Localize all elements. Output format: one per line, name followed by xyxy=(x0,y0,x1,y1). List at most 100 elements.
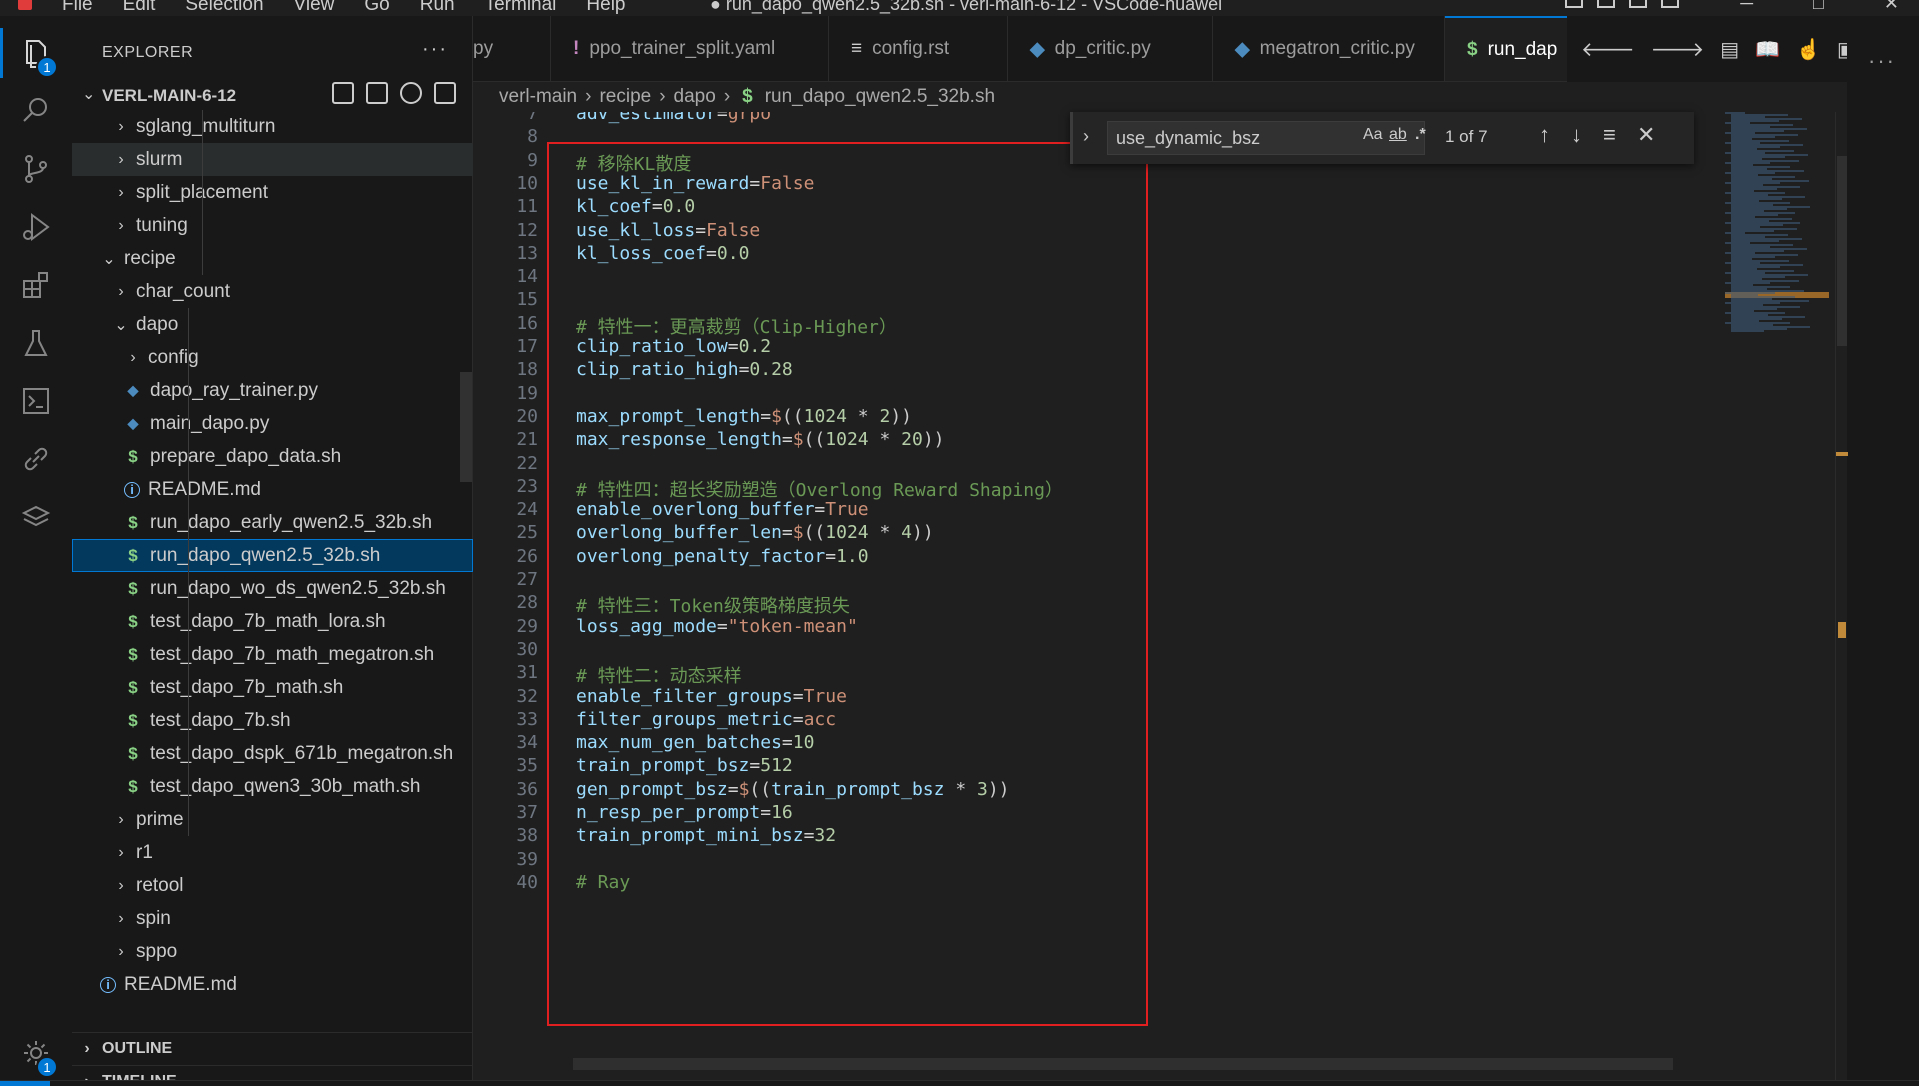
use-regex-button[interactable]: .* xyxy=(1415,126,1426,144)
menu-item[interactable]: Run xyxy=(420,0,455,16)
tree-folder[interactable]: › r1 xyxy=(72,836,473,869)
tree-folder[interactable]: › tuning xyxy=(72,209,473,242)
terminal-activity[interactable] xyxy=(0,372,72,430)
toggle-replace-icon[interactable]: › xyxy=(1083,126,1089,147)
tree-file[interactable]: ◆ main_dapo.py xyxy=(72,407,473,440)
tree-file[interactable]: $ test_dapo_7b_math_megatron.sh xyxy=(72,638,473,671)
indent-guide xyxy=(188,308,189,836)
collapse-all-icon[interactable] xyxy=(434,82,456,104)
tree-file[interactable]: $ prepare_dapo_data.sh xyxy=(72,440,473,473)
tree-file[interactable]: $ test_dapo_7b_math_lora.sh xyxy=(72,605,473,638)
match-whole-word-button[interactable]: ab xyxy=(1389,126,1407,144)
go-back-icon[interactable]: 🡐 xyxy=(1581,37,1635,62)
minimap[interactable] xyxy=(1725,112,1835,1086)
tree-folder[interactable]: ⌄ dapo xyxy=(72,308,473,341)
hand-icon[interactable]: ☝ xyxy=(1796,37,1821,62)
minimize-button[interactable]: ─ xyxy=(1740,0,1753,14)
menu-item[interactable]: Selection xyxy=(185,0,263,16)
explorer-header: EXPLORER xyxy=(102,44,194,61)
manage-activity[interactable]: 1 xyxy=(0,1024,72,1082)
code-editor[interactable]: 7 adv_estimator=grpo 8 9 # 移除KL散度 10 use_kl_in… xyxy=(473,112,1847,1086)
secondary-more-icon[interactable]: ··· xyxy=(1868,48,1896,74)
minimap-line xyxy=(1731,330,1764,332)
menu-item[interactable]: Go xyxy=(364,0,389,16)
tree-folder[interactable]: › split_placement xyxy=(72,176,473,209)
editor-vertical-scrollbar[interactable] xyxy=(1835,112,1848,1086)
source-control-activity[interactable] xyxy=(0,140,72,198)
match-case-button[interactable]: Aa xyxy=(1363,126,1383,144)
editor-horizontal-scrollbar[interactable] xyxy=(573,1058,1673,1070)
line-number: 14 xyxy=(516,266,538,287)
line-number: 23 xyxy=(516,476,538,497)
tree-folder[interactable]: › char_count xyxy=(72,275,473,308)
outline-section[interactable]: › OUTLINE xyxy=(72,1032,473,1065)
tree-folder[interactable]: › spin xyxy=(72,902,473,935)
tree-file[interactable]: i README.md xyxy=(72,473,473,506)
tree-folder[interactable]: › slurm xyxy=(72,143,473,176)
tree-folder[interactable]: › sppo xyxy=(72,935,473,968)
tree-item-label: test_dapo_7b_math_megatron.sh xyxy=(150,643,435,665)
tree-file[interactable]: $ test_dapo_7b.sh xyxy=(72,704,473,737)
open-changes-icon[interactable]: ▤ xyxy=(1720,37,1739,62)
close-window-button[interactable]: ✕ xyxy=(1884,0,1899,14)
refresh-icon[interactable] xyxy=(400,82,422,104)
menu-item[interactable]: Edit xyxy=(123,0,156,16)
breadcrumb-item[interactable]: run_dapo_qwen2.5_32b.sh xyxy=(765,86,995,108)
toggle-sidebar-icon[interactable] xyxy=(1565,0,1583,8)
tree-folder[interactable]: › sglang_multiturn xyxy=(72,110,473,143)
remote-link-activity[interactable] xyxy=(0,430,72,488)
new-file-icon[interactable] xyxy=(332,82,354,104)
tree-file[interactable]: $ test_dapo_7b_math.sh xyxy=(72,671,473,704)
explorer-activity[interactable]: 1 xyxy=(0,24,72,82)
search-activity[interactable] xyxy=(0,82,72,140)
next-match-icon[interactable]: ↓ xyxy=(1571,122,1582,148)
editor-tab[interactable]: py xyxy=(473,16,551,81)
tree-file[interactable]: $ test_dapo_qwen3_30b_math.sh xyxy=(72,770,473,803)
previous-match-icon[interactable]: ↑ xyxy=(1539,122,1550,148)
toggle-secondary-sidebar-icon[interactable] xyxy=(1629,0,1647,8)
tree-folder[interactable]: › retool xyxy=(72,869,473,902)
toggle-panel-icon[interactable] xyxy=(1597,0,1615,8)
editor-tab[interactable]: ! ppo_trainer_split.yaml xyxy=(551,16,829,81)
run-debug-activity[interactable] xyxy=(0,198,72,256)
new-folder-icon[interactable] xyxy=(366,82,388,104)
tree-folder[interactable]: › prime xyxy=(72,803,473,836)
layers-activity[interactable] xyxy=(0,488,72,546)
scrollbar-thumb[interactable] xyxy=(1837,156,1847,346)
explorer-more-button[interactable]: ··· xyxy=(422,38,448,61)
open-preview-icon[interactable]: 📖 xyxy=(1755,37,1780,62)
tree-file[interactable]: $ run_dapo_early_qwen2.5_32b.sh xyxy=(72,506,473,539)
customize-layout-icon[interactable] xyxy=(1661,0,1679,8)
tree-folder[interactable]: ⌄ recipe xyxy=(72,242,473,275)
tree-file[interactable]: $ test_dapo_dspk_671b_megatron.sh xyxy=(72,737,473,770)
breadcrumb-item[interactable]: recipe xyxy=(599,86,651,108)
remote-indicator[interactable] xyxy=(0,1081,50,1086)
extensions-activity[interactable] xyxy=(0,256,72,314)
tree-file[interactable]: i README.md xyxy=(72,968,473,1001)
tree-folder[interactable]: › config xyxy=(72,341,473,374)
tree-item-label: dapo_ray_trainer.py xyxy=(150,379,318,401)
go-forward-icon[interactable]: 🡒 xyxy=(1651,37,1705,62)
tree-file[interactable]: $ run_dapo_wo_ds_qwen2.5_32b.sh xyxy=(72,572,473,605)
menu-item[interactable]: File xyxy=(62,0,93,16)
testing-activity[interactable] xyxy=(0,314,72,372)
close-find-icon[interactable]: ✕ xyxy=(1637,122,1655,148)
line-number: 8 xyxy=(527,126,538,147)
find-in-selection-icon[interactable]: ≡ xyxy=(1603,122,1616,148)
editor-tab[interactable]: ◆ megatron_critic.py xyxy=(1213,16,1445,81)
breadcrumb-item[interactable]: verl-main xyxy=(499,86,577,108)
line-number: 20 xyxy=(516,406,538,427)
sidebar-scrollbar[interactable] xyxy=(460,372,472,482)
tree-file[interactable]: ◆ dapo_ray_trainer.py xyxy=(72,374,473,407)
maximize-button[interactable]: □ xyxy=(1813,0,1824,14)
editor-tab[interactable]: ◆ dp_critic.py xyxy=(1008,16,1213,81)
menu-item[interactable]: View xyxy=(294,0,335,16)
workspace-root[interactable]: ⌄ VERL-MAIN-6-12 xyxy=(72,80,473,110)
editor-tab[interactable]: $ run_dap xyxy=(1445,16,1575,81)
editor-tab[interactable]: ≡ config.rst xyxy=(829,16,1008,81)
tree-file[interactable]: $ run_dapo_qwen2.5_32b.sh xyxy=(72,539,473,572)
tree-item-label: prepare_dapo_data.sh xyxy=(150,445,342,467)
menu-item[interactable]: Terminal xyxy=(485,0,557,16)
breadcrumb-item[interactable]: dapo xyxy=(674,86,716,108)
menu-item[interactable]: Help xyxy=(586,0,625,16)
